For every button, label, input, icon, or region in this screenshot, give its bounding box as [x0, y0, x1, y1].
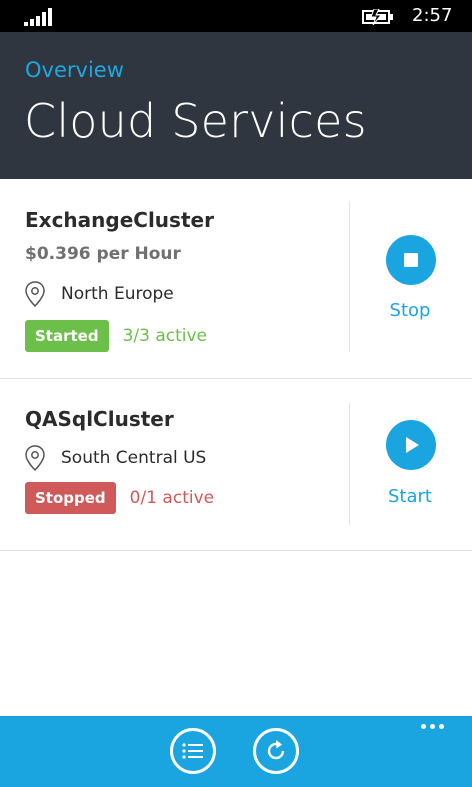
service-location: South Central US: [61, 448, 207, 468]
clock: 2:57: [412, 5, 453, 26]
signal-icon: [24, 8, 52, 26]
divider: [349, 202, 350, 352]
refresh-icon: [267, 740, 285, 760]
active-count: 0/1 active: [129, 488, 215, 508]
service-card-qasqlcluster[interactable]: QASqlCluster South Central US Stopped 0/…: [0, 379, 472, 551]
location-row: North Europe: [24, 281, 174, 307]
overview-link[interactable]: Overview: [25, 58, 124, 82]
service-location: North Europe: [61, 284, 174, 304]
status-badge: Stopped: [25, 482, 116, 514]
start-label[interactable]: Start: [360, 486, 460, 507]
service-card-exchangecluster[interactable]: ExchangeCluster $0.396 per Hour North Eu…: [0, 180, 472, 379]
location-row: South Central US: [24, 445, 206, 471]
location-pin-icon: [25, 281, 45, 307]
battery-charging-icon: [362, 9, 393, 25]
refresh-button[interactable]: [253, 728, 299, 774]
service-name: QASqlCluster: [25, 407, 174, 431]
play-icon: [406, 437, 419, 453]
list-icon: [182, 743, 203, 759]
status-badge: Started: [25, 320, 109, 352]
start-button[interactable]: [386, 420, 436, 470]
status-row: Started 3/3 active: [25, 320, 207, 352]
service-price: $0.396 per Hour: [25, 244, 181, 264]
service-name: ExchangeCluster: [25, 208, 214, 232]
stop-label[interactable]: Stop: [360, 300, 460, 321]
divider: [349, 403, 350, 525]
app-bar: [0, 716, 472, 787]
stop-button[interactable]: [386, 235, 436, 285]
active-count: 3/3 active: [122, 326, 208, 346]
status-bar: 2:57: [0, 0, 472, 32]
location-pin-icon: [25, 445, 45, 471]
list-button[interactable]: [170, 728, 216, 774]
more-icon[interactable]: [421, 724, 444, 729]
page-title: Cloud Services: [24, 94, 367, 148]
status-row: Stopped 0/1 active: [25, 482, 214, 514]
page-header: Overview Cloud Services: [0, 32, 472, 179]
stop-icon: [404, 253, 418, 267]
